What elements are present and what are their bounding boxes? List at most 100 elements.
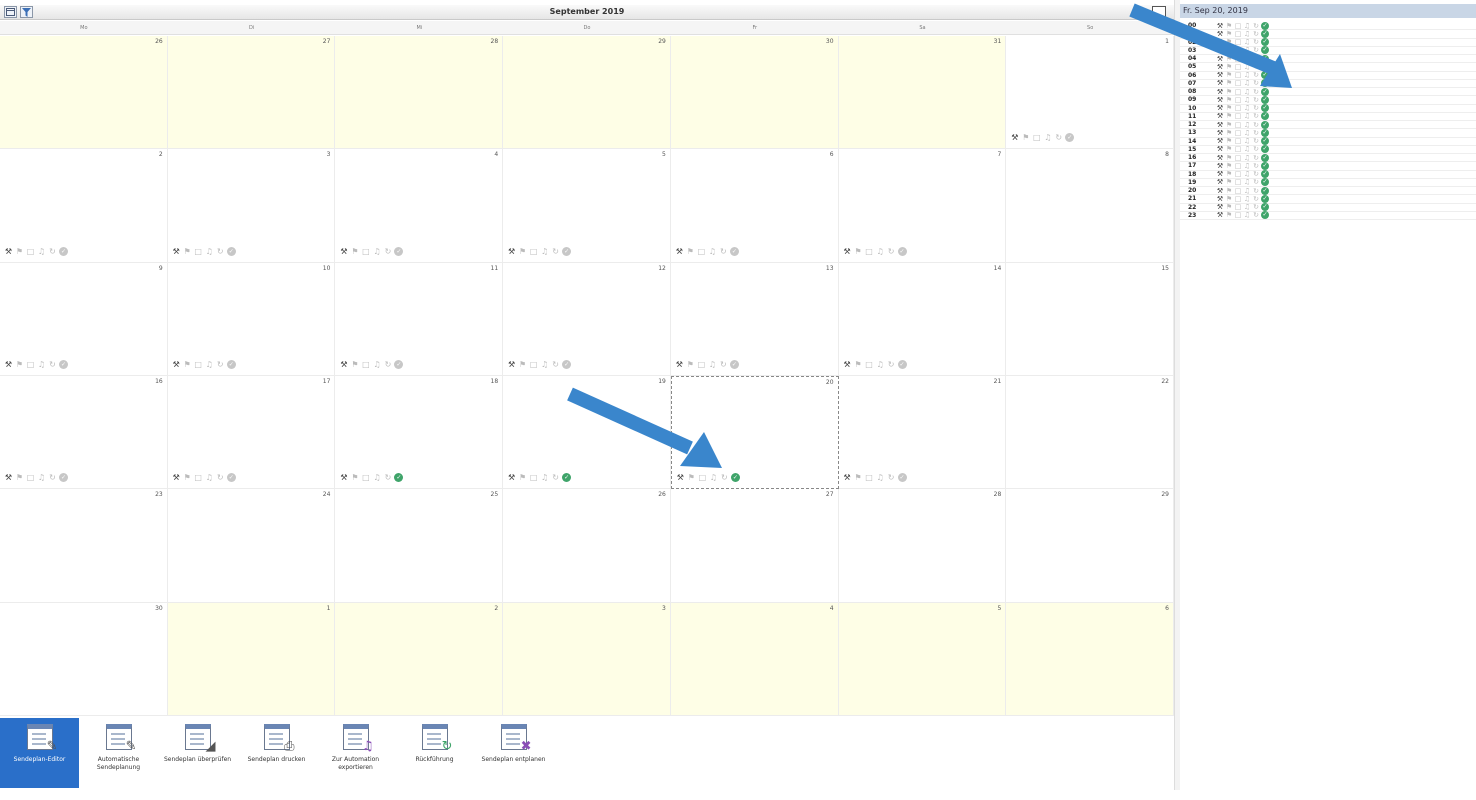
check-status-icon[interactable]: ✓	[897, 473, 907, 483]
day-cell[interactable]: 28	[838, 489, 1007, 603]
day-cell[interactable]: 14 ⚒ ⚑ □ ♫ ↻ ✓	[838, 262, 1007, 376]
wand-icon[interactable]: ⚒	[1216, 170, 1224, 178]
refresh-icon[interactable]: ↻	[1252, 129, 1260, 137]
flag-icon[interactable]: ⚑	[1225, 203, 1233, 211]
flag-icon[interactable]: ⚑	[854, 473, 863, 482]
lock-icon[interactable]: □	[529, 473, 538, 482]
refresh-icon[interactable]: ↻	[887, 247, 896, 256]
flag-icon[interactable]: ⚑	[1225, 112, 1233, 120]
refresh-icon[interactable]: ↻	[551, 473, 560, 482]
check-status-icon[interactable]: ✓	[59, 246, 68, 256]
music-icon[interactable]: ♫	[1243, 170, 1251, 178]
day-cell[interactable]: 28	[335, 36, 504, 150]
music-icon[interactable]: ♫	[708, 247, 717, 256]
refresh-icon[interactable]: ↻	[48, 247, 57, 256]
flag-icon[interactable]: ⚑	[1225, 129, 1233, 137]
music-icon[interactable]: ♫	[37, 473, 46, 482]
wand-icon[interactable]: ⚒	[1216, 145, 1224, 153]
flag-icon[interactable]: ⚑	[15, 473, 24, 482]
flag-icon[interactable]: ⚑	[518, 247, 527, 256]
wand-icon[interactable]: ⚒	[1216, 104, 1224, 112]
lock-icon[interactable]: □	[697, 360, 706, 369]
check-status-icon[interactable]: ✓	[1261, 145, 1269, 154]
wand-icon[interactable]: ⚒	[1216, 178, 1224, 186]
music-icon[interactable]: ♫	[1243, 145, 1251, 153]
music-icon[interactable]: ♫	[1243, 195, 1251, 203]
wand-icon[interactable]: ⚒	[1216, 129, 1224, 137]
lock-icon[interactable]: □	[194, 247, 203, 256]
day-cell[interactable]: 26	[503, 489, 671, 603]
flag-icon[interactable]: ⚑	[1021, 133, 1030, 142]
wand-icon[interactable]: ⚒	[1010, 133, 1019, 142]
lock-icon[interactable]: □	[361, 360, 370, 369]
day-cell[interactable]: 4	[670, 602, 839, 716]
music-icon[interactable]: ♫	[876, 360, 885, 369]
music-icon[interactable]: ♫	[540, 473, 549, 482]
refresh-icon[interactable]: ↻	[1252, 162, 1260, 170]
lock-icon[interactable]: □	[1234, 121, 1242, 129]
music-icon[interactable]: ♫	[540, 247, 549, 256]
lock-icon[interactable]: □	[865, 360, 874, 369]
lock-icon[interactable]: □	[1234, 145, 1242, 153]
lock-icon[interactable]: □	[1234, 211, 1242, 219]
toolbar-button[interactable]: ✎ Sendeplan-Editor	[0, 718, 79, 788]
music-icon[interactable]: ♫	[205, 473, 214, 482]
refresh-icon[interactable]: ↻	[1054, 133, 1063, 142]
toolbar-button[interactable]: ✎ Automatische Sendeplanung	[79, 718, 158, 788]
refresh-icon[interactable]: ↻	[1252, 170, 1260, 178]
day-cell[interactable]: 29	[1006, 489, 1174, 603]
wand-icon[interactable]: ⚒	[675, 360, 684, 369]
check-status-icon[interactable]: ✓	[1261, 186, 1269, 195]
refresh-icon[interactable]: ↻	[887, 360, 896, 369]
day-cell[interactable]: 17 ⚒ ⚑ □ ♫ ↻ ✓	[167, 376, 336, 490]
wand-icon[interactable]: ⚒	[172, 247, 181, 256]
music-icon[interactable]: ♫	[372, 247, 381, 256]
flag-icon[interactable]: ⚑	[854, 247, 863, 256]
refresh-icon[interactable]: ↻	[1252, 178, 1260, 186]
refresh-icon[interactable]: ↻	[216, 473, 225, 482]
refresh-icon[interactable]: ↻	[887, 473, 896, 482]
check-status-icon[interactable]: ✓	[897, 360, 907, 369]
flag-icon[interactable]: ⚑	[686, 360, 695, 369]
wand-icon[interactable]: ⚒	[1216, 112, 1224, 120]
check-status-icon[interactable]: ✓	[1261, 104, 1269, 113]
check-status-icon[interactable]: ✓	[226, 473, 236, 483]
lock-icon[interactable]: □	[1234, 195, 1242, 203]
day-cell[interactable]: 23	[0, 489, 168, 603]
flag-icon[interactable]: ⚑	[854, 360, 863, 369]
flag-icon[interactable]: ⚑	[1225, 162, 1233, 170]
music-icon[interactable]: ♫	[1243, 112, 1251, 120]
refresh-icon[interactable]: ↻	[1252, 154, 1260, 162]
check-status-icon[interactable]: ✓	[1261, 203, 1269, 212]
day-cell[interactable]: 1	[167, 602, 336, 716]
day-cell[interactable]: 21 ⚒ ⚑ □ ♫ ↻ ✓	[838, 376, 1007, 490]
refresh-icon[interactable]: ↻	[551, 247, 560, 256]
check-status-icon[interactable]: ✓	[729, 246, 739, 256]
wand-icon[interactable]: ⚒	[1216, 154, 1224, 162]
day-cell[interactable]: 25	[335, 489, 504, 603]
flag-icon[interactable]: ⚑	[1225, 154, 1233, 162]
music-icon[interactable]: ♫	[1243, 203, 1251, 211]
toolbar-button[interactable]: ↻ Rückführung	[395, 718, 474, 788]
check-status-icon[interactable]: ✓	[1261, 178, 1269, 187]
music-icon[interactable]: ♫	[1243, 129, 1251, 137]
lock-icon[interactable]: □	[26, 247, 35, 256]
music-icon[interactable]: ♫	[372, 473, 381, 482]
lock-icon[interactable]: □	[361, 473, 370, 482]
music-icon[interactable]: ♫	[1243, 162, 1251, 170]
lock-icon[interactable]: □	[1234, 162, 1242, 170]
day-cell[interactable]: 26	[0, 36, 168, 150]
refresh-icon[interactable]: ↻	[1252, 145, 1260, 153]
flag-icon[interactable]: ⚑	[1225, 170, 1233, 178]
refresh-icon[interactable]: ↻	[551, 360, 560, 369]
day-cell[interactable]: 22	[1006, 376, 1174, 490]
hour-row[interactable]: 23 ⚒ ⚑ □ ♫ ↻ ✓	[1180, 211, 1476, 220]
wand-icon[interactable]: ⚒	[1216, 137, 1224, 145]
lock-icon[interactable]: □	[1234, 104, 1242, 112]
check-status-icon[interactable]: ✓	[1261, 194, 1269, 203]
lock-icon[interactable]: □	[865, 247, 874, 256]
day-cell[interactable]: 16 ⚒ ⚑ □ ♫ ↻ ✓	[0, 376, 168, 490]
toolbar-button[interactable]: ♫ Zur Automation exportieren	[316, 718, 395, 788]
refresh-icon[interactable]: ↻	[719, 247, 728, 256]
lock-icon[interactable]: □	[26, 360, 35, 369]
